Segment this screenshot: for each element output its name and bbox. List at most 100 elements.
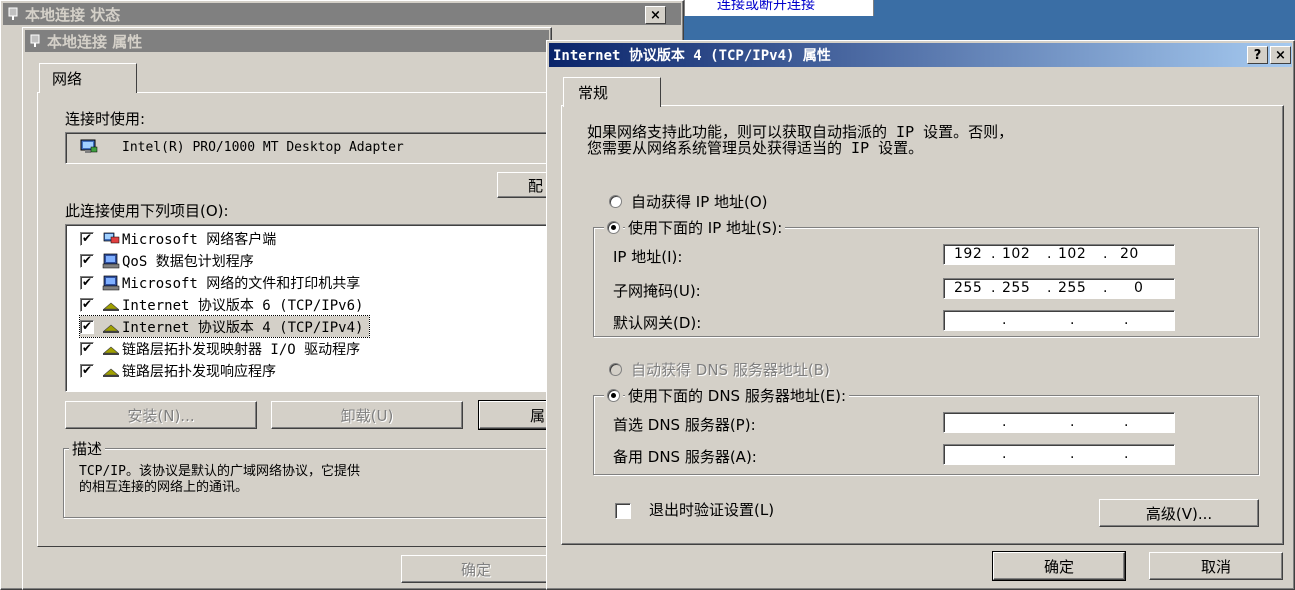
properties-window-title: 本地连接 属性: [47, 32, 143, 51]
item-checkbox[interactable]: ✔: [80, 253, 94, 268]
ipv4-window: Internet 协议版本 4 (TCP/IPv4) 属性 ? × 常规 如果网…: [546, 40, 1295, 590]
ip-address-label: IP 地址(I):: [613, 248, 683, 266]
help-icon: ?: [1253, 47, 1262, 63]
network-connection-icon: [29, 34, 41, 48]
ipv4-ok-button-label: 确定: [1043, 557, 1074, 576]
subnet-octet-2: 255: [1002, 280, 1031, 296]
pdns-dot-2: .: [1070, 414, 1075, 430]
protocol-icon: [102, 363, 120, 379]
alternate-dns-label: 备用 DNS 服务器(A):: [613, 448, 757, 466]
pdns-dot-1: .: [1002, 414, 1007, 430]
ip-dot-2: .: [1047, 246, 1052, 262]
ip-octet-2: 102: [1002, 246, 1031, 262]
qos-scheduler-icon: [102, 253, 120, 269]
help-button[interactable]: ?: [1247, 46, 1268, 64]
close-icon: ×: [650, 7, 661, 23]
auto-ip-label[interactable]: 自动获得 IP 地址(O): [631, 191, 768, 212]
subnet-dot-3: .: [1103, 280, 1108, 296]
manual-dns-radio[interactable]: [607, 389, 620, 402]
gateway-dot-3: .: [1124, 312, 1129, 328]
uninstall-button-label: 卸载(U): [340, 406, 394, 425]
subnet-octet-4: 0: [1134, 280, 1144, 296]
subnet-label: 子网掩码(U):: [613, 282, 701, 300]
validate-checkbox[interactable]: [615, 503, 631, 519]
auto-dns-label[interactable]: 自动获得 DNS 服务器地址(B): [631, 359, 830, 380]
install-button[interactable]: 安装(N)...: [65, 401, 257, 429]
protocol-icon: [102, 341, 120, 357]
subnet-dot-2: .: [1047, 280, 1052, 296]
advanced-button[interactable]: 高级(V)...: [1099, 499, 1259, 527]
install-button-label: 安装(N)...: [127, 406, 195, 425]
adapter-field: Intel(R) PRO/1000 MT Desktop Adapter: [65, 132, 555, 164]
gateway-field[interactable]: . . .: [943, 310, 1175, 331]
items-container: ✔ Microsoft 网络客户端 ✔ QoS 数据包计划程序 ✔ Microsoft 网…: [78, 228, 550, 388]
tab-network-label: 网络: [52, 70, 83, 88]
file-printer-sharing-icon: [102, 275, 120, 291]
item-label: 链路层拓扑发现响应程序: [122, 363, 276, 380]
item-label: 链路层拓扑发现映射器 I/O 驱动程序: [122, 341, 361, 358]
hint-popup: 连接或断开连接: [684, 0, 874, 16]
status-window-title: 本地连接 状态: [25, 5, 121, 24]
list-item[interactable]: ✔ Microsoft 网络客户端: [80, 228, 276, 249]
ip-octet-3: 102: [1058, 246, 1087, 262]
item-checkbox[interactable]: ✔: [80, 231, 94, 246]
item-label: Internet 协议版本 4 (TCP/IPv4): [122, 319, 364, 336]
configure-button-label: 配: [528, 176, 544, 195]
uninstall-button[interactable]: 卸载(U): [271, 401, 463, 429]
intro-line-2: 您需要从网络系统管理员处获得适当的 IP 设置。: [587, 139, 924, 157]
ipv4-window-titlebar[interactable]: Internet 协议版本 4 (TCP/IPv4) 属性: [549, 43, 1292, 67]
ipv4-close-button[interactable]: ×: [1270, 46, 1291, 64]
list-item[interactable]: ✔ Microsoft 网络的文件和打印机共享: [80, 272, 360, 293]
properties-ok-button[interactable]: 确定: [401, 555, 551, 583]
manual-ip-label[interactable]: 使用下面的 IP 地址(S):: [625, 217, 786, 238]
subnet-octet-3: 255: [1058, 280, 1087, 296]
pdns-dot-3: .: [1124, 414, 1129, 430]
status-window-close-button[interactable]: ×: [645, 6, 666, 24]
properties-window-titlebar[interactable]: 本地连接 属性: [25, 30, 549, 52]
protocol-icon: [102, 319, 120, 335]
item-checkbox[interactable]: ✔: [80, 319, 94, 334]
item-checkbox[interactable]: ✔: [80, 341, 94, 356]
ipv4-cancel-button[interactable]: 取消: [1149, 552, 1283, 580]
items-label: 此连接使用下列项目(O):: [65, 202, 229, 220]
network-client-icon: [102, 231, 120, 247]
adns-dot-3: .: [1124, 446, 1129, 462]
ipv4-window-title: Internet 协议版本 4 (TCP/IPv4) 属性: [553, 48, 831, 64]
list-item[interactable]: ✔ 链路层拓扑发现响应程序: [80, 360, 276, 381]
tab-general-label: 常规: [578, 84, 609, 102]
validate-label[interactable]: 退出时验证设置(L): [649, 499, 774, 520]
manual-dns-label[interactable]: 使用下面的 DNS 服务器地址(E):: [625, 385, 850, 406]
preferred-dns-field[interactable]: . . .: [943, 412, 1175, 433]
item-checkbox[interactable]: ✔: [80, 363, 94, 378]
properties-ok-button-label: 确定: [460, 560, 491, 579]
subnet-mask-field[interactable]: 255 . 255 . 255 . 0: [943, 278, 1175, 299]
description-text-line-2: 的相互连接的网络上的通讯。: [79, 480, 249, 495]
list-item[interactable]: ✔ Internet 协议版本 4 (TCP/IPv4): [78, 315, 371, 338]
ip-address-field[interactable]: 192 . 102 . 102 . 20: [943, 244, 1175, 265]
list-item[interactable]: ✔ Internet 协议版本 6 (TCP/IPv6): [80, 294, 363, 315]
adapter-icon: [80, 139, 98, 155]
list-item[interactable]: ✔ QoS 数据包计划程序: [80, 250, 254, 271]
adns-dot-2: .: [1070, 446, 1075, 462]
tab-network[interactable]: 网络: [39, 63, 137, 93]
ip-dot-1: .: [991, 246, 996, 262]
gateway-label: 默认网关(D):: [613, 314, 702, 332]
auto-dns-radio[interactable]: [609, 363, 622, 376]
manual-ip-radio[interactable]: [607, 221, 620, 234]
status-window-titlebar[interactable]: 本地连接 状态: [3, 3, 681, 25]
alternate-dns-field[interactable]: . . .: [943, 444, 1175, 465]
items-list[interactable]: ✔ Microsoft 网络客户端 ✔ QoS 数据包计划程序 ✔ Microsoft 网…: [65, 224, 555, 392]
item-label: Internet 协议版本 6 (TCP/IPv6): [122, 297, 364, 314]
item-checkbox[interactable]: ✔: [80, 297, 94, 312]
item-checkbox[interactable]: ✔: [80, 275, 94, 290]
gateway-dot-2: .: [1070, 312, 1075, 328]
list-item[interactable]: ✔ 链路层拓扑发现映射器 I/O 驱动程序: [80, 338, 360, 359]
ipv4-ok-button[interactable]: 确定: [992, 551, 1126, 581]
preferred-dns-label: 首选 DNS 服务器(P):: [613, 416, 756, 434]
hint-popup-text[interactable]: 连接或断开连接: [717, 0, 815, 14]
tab-general[interactable]: 常规: [563, 77, 661, 107]
adns-dot-1: .: [1002, 446, 1007, 462]
ip-octet-1: 192: [954, 246, 983, 262]
auto-ip-radio[interactable]: [609, 195, 622, 208]
item-properties-button-label: 属: [530, 406, 546, 425]
